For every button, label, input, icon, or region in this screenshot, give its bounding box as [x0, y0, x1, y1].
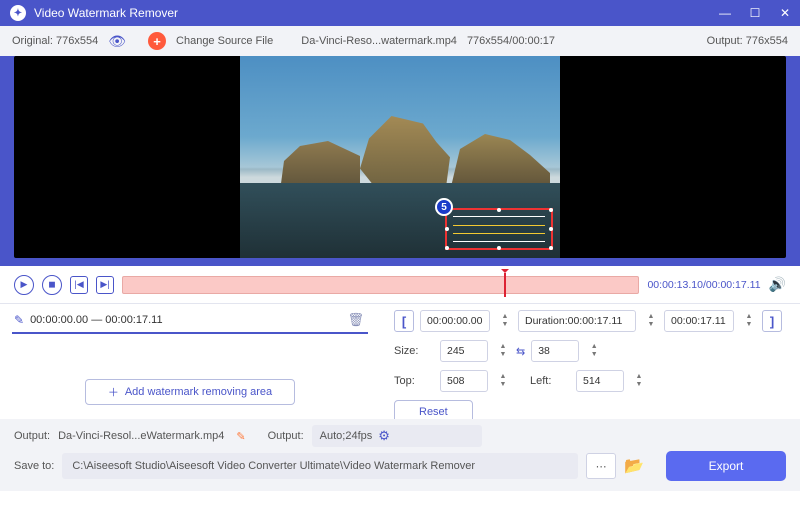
spin-down[interactable]: ▼ — [644, 321, 658, 329]
add-source-icon[interactable]: + — [148, 32, 166, 50]
source-filename: Da-Vinci-Reso...watermark.mp4 — [301, 35, 457, 47]
position-row: Top: 508 ▲▼ Left: 514 ▲▼ — [394, 370, 786, 392]
export-button[interactable]: Export — [666, 451, 786, 481]
set-start-bracket[interactable]: [ — [394, 310, 414, 332]
left-input[interactable]: 514 — [576, 370, 624, 392]
save-row: Save to: C:\Aiseesoft Studio\Aiseesoft V… — [0, 451, 800, 491]
segments-panel: ✎ 00:00:00.00 — 00:00:17.11 🗑 ＋ Add wate… — [0, 304, 380, 419]
spin-up[interactable]: ▲ — [496, 373, 510, 381]
timeline-scrubber[interactable] — [122, 276, 639, 294]
height-input[interactable]: 38 — [531, 340, 579, 362]
watermark-selection-box[interactable] — [445, 208, 553, 250]
output-dimensions-label: Output: 776x554 — [707, 35, 788, 47]
save-to-label: Save to: — [14, 460, 54, 472]
source-dims-duration: 776x554/00:00:17 — [467, 35, 555, 47]
delete-segment-icon[interactable]: 🗑 — [347, 312, 364, 328]
spin-down[interactable]: ▼ — [742, 321, 756, 329]
top-label: Top: — [394, 375, 434, 387]
app-title: Video Watermark Remover — [34, 6, 178, 20]
browse-folder-button[interactable]: ⋯ — [586, 453, 616, 479]
top-input[interactable]: 508 — [440, 370, 488, 392]
set-end-bracket[interactable]: ] — [762, 310, 782, 332]
timeline-playhead[interactable] — [504, 273, 506, 297]
link-aspect-icon[interactable]: ⇆ — [516, 345, 525, 358]
width-input[interactable]: 245 — [440, 340, 488, 362]
spin-down[interactable]: ▼ — [587, 351, 601, 359]
volume-icon[interactable]: 🔊 — [769, 276, 786, 293]
preview-container: 5 — [0, 56, 800, 266]
add-watermark-area-button[interactable]: ＋ Add watermark removing area — [85, 379, 295, 405]
maximize-button[interactable]: ☐ — [740, 0, 770, 26]
step-back-button[interactable]: |◀ — [70, 276, 88, 294]
properties-panel: [ 00:00:00.00 ▲▼ Duration:00:00:17.11 ▲▼… — [380, 304, 800, 419]
spin-down[interactable]: ▼ — [498, 321, 512, 329]
spin-up[interactable]: ▲ — [498, 313, 512, 321]
preview-frame: 5 — [240, 56, 560, 258]
editor-panels: ✎ 00:00:00.00 — 00:00:17.11 🗑 ＋ Add wate… — [0, 304, 800, 419]
wand-icon: ✎ — [14, 313, 24, 327]
spin-down[interactable]: ▼ — [632, 381, 646, 389]
preview-toggle-icon[interactable]: 👁 — [108, 33, 126, 50]
output-file-label: Output: — [14, 430, 50, 442]
step-forward-button[interactable]: ▶| — [96, 276, 114, 294]
plus-icon: ＋ — [108, 384, 119, 400]
format-settings-icon[interactable]: ⚙ — [378, 428, 390, 444]
spin-up[interactable]: ▲ — [632, 373, 646, 381]
segment-range: 00:00:00.00 — 00:00:17.11 — [30, 314, 163, 326]
output-strip: Output: Da-Vinci-Resol...eWatermark.mp4 … — [0, 419, 800, 451]
output-format-value: Auto;24fps — [320, 430, 373, 442]
trim-row: [ 00:00:00.00 ▲▼ Duration:00:00:17.11 ▲▼… — [394, 310, 786, 332]
play-button[interactable]: ▶ — [14, 275, 34, 295]
segment-row[interactable]: ✎ 00:00:00.00 — 00:00:17.11 🗑 — [12, 310, 368, 334]
playback-controls: ▶ ◼ |◀ ▶| 00:00:13.10/00:00:17.11 🔊 — [0, 266, 800, 304]
trim-start-input[interactable]: 00:00:00.00 — [420, 310, 490, 332]
app-logo-icon: ✦ — [10, 5, 26, 21]
add-area-label: Add watermark removing area — [125, 386, 272, 398]
title-bar: ✦ Video Watermark Remover ― ☐ ✕ — [0, 0, 800, 26]
close-button[interactable]: ✕ — [770, 0, 800, 26]
open-folder-icon[interactable]: 📂 — [624, 456, 644, 476]
spin-up[interactable]: ▲ — [644, 313, 658, 321]
size-label: Size: — [394, 345, 434, 357]
time-readout: 00:00:13.10/00:00:17.11 — [647, 279, 760, 291]
video-preview[interactable]: 5 — [14, 56, 786, 258]
info-strip: Original: 776x554 👁 + Change Source File… — [0, 26, 800, 56]
output-filename: Da-Vinci-Resol...eWatermark.mp4 — [58, 430, 224, 442]
output-format-field[interactable]: Auto;24fps ⚙ — [312, 425, 482, 447]
spin-down[interactable]: ▼ — [496, 351, 510, 359]
spin-up[interactable]: ▲ — [742, 313, 756, 321]
spin-down[interactable]: ▼ — [496, 381, 510, 389]
trim-duration-input[interactable]: Duration:00:00:17.11 — [518, 310, 636, 332]
save-path-field[interactable]: C:\Aiseesoft Studio\Aiseesoft Video Conv… — [62, 453, 578, 479]
save-path-text: C:\Aiseesoft Studio\Aiseesoft Video Conv… — [72, 460, 475, 472]
stop-button[interactable]: ◼ — [42, 275, 62, 295]
spin-up[interactable]: ▲ — [496, 343, 510, 351]
rename-output-icon[interactable]: ✎ — [236, 430, 245, 443]
annotation-badge: 5 — [435, 198, 453, 216]
output-format-label: Output: — [268, 430, 304, 442]
original-dimensions-label: Original: 776x554 — [12, 35, 98, 47]
spin-up[interactable]: ▲ — [587, 343, 601, 351]
left-label: Left: — [530, 375, 570, 387]
minimize-button[interactable]: ― — [710, 0, 740, 26]
change-source-button[interactable]: Change Source File — [176, 35, 273, 47]
size-row: Size: 245 ▲▼ ⇆ 38 ▲▼ — [394, 340, 786, 362]
trim-end-input[interactable]: 00:00:17.11 — [664, 310, 734, 332]
